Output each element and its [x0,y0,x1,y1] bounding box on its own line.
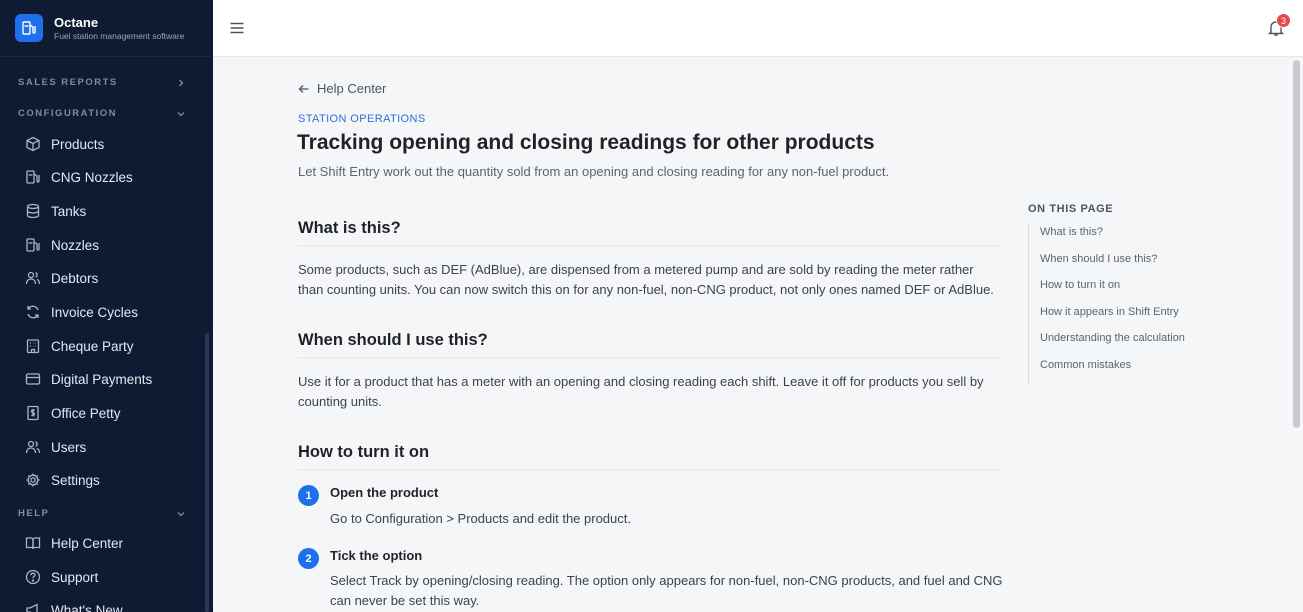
chevron-down-icon [177,511,185,516]
step-title: Open the product [330,485,439,500]
toc-link-shift-entry[interactable]: How it appears in Shift Entry [1040,304,1218,331]
step-number: 1 [298,485,319,506]
step-number: 2 [298,548,319,569]
fuel-station-logo-icon [15,14,43,42]
sidebar-scrollbar[interactable] [205,333,209,612]
box-icon [24,136,41,153]
users-icon [24,270,41,287]
toc-link-calculation[interactable]: Understanding the calculation [1040,330,1218,357]
credit-card-icon [24,371,41,388]
section-label: HELP [18,508,50,519]
sidebar-item-label: CNG Nozzles [51,169,133,185]
sidebar-item-support[interactable]: Support [24,565,199,589]
step-body: Go to Configuration > Products and edit … [330,511,631,526]
gear-icon [24,472,41,489]
sidebar-item-label: Settings [51,472,100,488]
article-category: STATION OPERATIONS [298,113,426,125]
receipt-icon [24,405,41,422]
toc-link-what[interactable]: What is this? [1040,224,1218,251]
sidebar-item-label: Nozzles [51,237,100,253]
section-heading-how: How to turn it on [298,443,1000,470]
toc-link-how[interactable]: How to turn it on [1040,277,1218,304]
megaphone-icon [24,602,41,612]
refresh-icon [24,304,41,321]
step-title: Tick the option [330,548,423,563]
brand-name: Octane [54,14,99,30]
users-icon [24,439,41,456]
sidebar-item-tanks[interactable]: Tanks [24,199,199,223]
sidebar-item-label: Digital Payments [51,371,153,387]
sidebar-item-invoice-cycles[interactable]: Invoice Cycles [24,300,199,324]
sidebar-item-label: Office Petty [51,405,121,421]
page-subtitle: Let Shift Entry work out the quantity so… [298,164,890,179]
fuel-pump-icon [24,169,41,186]
sidebar-item-users[interactable]: Users [24,435,199,459]
brand[interactable]: Octane Fuel station management software [0,0,213,57]
table-of-contents: What is this? When should I use this? Ho… [1028,224,1218,384]
section-label: CONFIGURATION [18,108,118,119]
toc-title: ON THIS PAGE [1028,203,1114,215]
hamburger-menu-icon[interactable] [229,20,245,36]
sidebar-item-digital-payments[interactable]: Digital Payments [24,367,199,391]
section-help[interactable]: HELP [18,508,186,519]
chevron-down-icon [177,111,185,116]
section-sales-reports[interactable]: SALES REPORTS [18,77,186,88]
topbar: 3 [213,0,1303,57]
help-article: Help Center STATION OPERATIONS Tracking … [213,57,1290,612]
sidebar-item-whats-new[interactable]: What's New [24,598,199,612]
sidebar-item-label: Cheque Party [51,338,134,354]
help-circle-icon [24,569,41,586]
main-scrollbar[interactable] [1293,60,1300,428]
back-link-label: Help Center [317,81,387,96]
sidebar-item-cng-nozzles[interactable]: CNG Nozzles [24,165,199,189]
database-icon [24,203,41,220]
chevron-right-icon [179,79,184,86]
book-icon [24,535,41,552]
section-heading-when: When should I use this? [298,331,1000,358]
section-body-when: Use it for a product that has a meter wi… [298,374,984,409]
toc-link-when[interactable]: When should I use this? [1040,251,1218,278]
page-title: Tracking opening and closing readings fo… [297,131,875,154]
sidebar: Octane Fuel station management software … [0,0,213,612]
step-body: Select Track by opening/closing reading.… [330,573,1003,608]
notification-badge: 3 [1276,13,1291,28]
toc-link-mistakes[interactable]: Common mistakes [1040,357,1218,384]
sidebar-item-label: What's New [51,602,123,612]
brand-tagline: Fuel station management software [54,30,185,41]
fuel-pump-icon [24,237,41,254]
sidebar-item-office-petty[interactable]: Office Petty [24,401,199,425]
sidebar-item-products[interactable]: Products [24,132,199,156]
sidebar-item-settings[interactable]: Settings [24,468,199,492]
sidebar-item-label: Help Center [51,535,124,551]
arrow-left-icon [298,84,309,93]
sidebar-item-label: Tanks [51,203,87,219]
sidebar-item-label: Users [51,439,87,455]
section-configuration[interactable]: CONFIGURATION [18,108,186,119]
sidebar-item-label: Debtors [51,270,99,286]
sidebar-item-label: Support [51,569,99,585]
section-heading-what: What is this? [298,219,1000,246]
sidebar-item-debtors[interactable]: Debtors [24,266,199,290]
back-to-help-center-link[interactable]: Help Center [298,81,386,96]
sidebar-item-label: Products [51,136,105,152]
section-body-what: Some products, such as DEF (AdBlue), are… [298,262,994,297]
section-label: SALES REPORTS [18,77,118,88]
sidebar-item-help-center[interactable]: Help Center [24,531,199,555]
building-icon [24,338,41,355]
sidebar-item-label: Invoice Cycles [51,304,139,320]
sidebar-item-nozzles[interactable]: Nozzles [24,233,199,257]
sidebar-item-cheque-party[interactable]: Cheque Party [24,334,199,358]
